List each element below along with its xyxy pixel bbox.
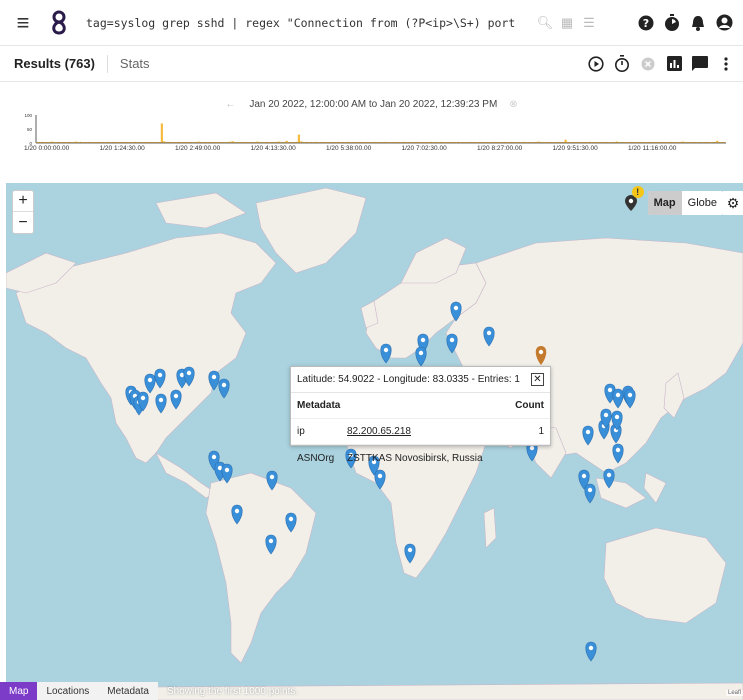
timer-icon[interactable] [659, 10, 685, 36]
top-bar: ≡ tag=syslog grep sshd | regex "Connecti… [0, 0, 743, 46]
location-marker[interactable] [450, 301, 462, 322]
x-tick-label: 1/20 8:27:00.00 [477, 145, 523, 152]
x-tick-label: 1/20 5:38:00.00 [326, 145, 372, 152]
mode-map-button[interactable]: Map [647, 191, 682, 215]
zoom-control: + − [12, 190, 34, 234]
tab-results[interactable]: Results (763) [14, 56, 95, 71]
hamburger-menu-icon[interactable]: ≡ [6, 6, 40, 40]
histogram-bar[interactable] [297, 134, 300, 143]
location-marker[interactable] [380, 343, 392, 364]
bottom-tabs: Map Locations Metadata Showing the first… [0, 682, 307, 700]
selected-location-marker[interactable] [535, 346, 547, 365]
x-tick-label: 1/20 1:24:30.00 [99, 145, 145, 152]
gear-icon[interactable]: ⚙ [723, 191, 743, 215]
location-marker[interactable] [404, 543, 416, 564]
zoom-in-button[interactable]: + [13, 191, 33, 212]
location-marker[interactable] [170, 389, 182, 410]
x-tick-label: 1/20 4:13:30.00 [250, 145, 296, 152]
x-tick-label: 1/20 7:02:30.00 [401, 145, 447, 152]
popup-columns: Metadata Count [291, 393, 550, 419]
location-marker[interactable] [231, 504, 243, 525]
time-range: ← Jan 20 2022, 12:00:00 AM to Jan 20 2022… [225, 99, 518, 110]
location-marker[interactable] [266, 470, 278, 491]
mode-globe-button[interactable]: Globe [682, 191, 723, 215]
row-value: ZSTTKAS Novosibirsk, Russia [347, 452, 483, 464]
y-tick-label: 50 [27, 127, 33, 132]
location-marker[interactable] [582, 425, 594, 446]
bell-icon[interactable] [685, 10, 711, 36]
map-controls: ! Map Globe ⚙ [620, 186, 743, 215]
account-icon[interactable] [711, 10, 737, 36]
histogram-bar[interactable] [564, 139, 567, 143]
results-bar: Results (763) Stats [0, 46, 743, 82]
location-popup: Latitude: 54.9022 - Longitude: 83.0335 -… [290, 366, 551, 464]
x-tick-label: 1/20 0:00:00.00 [24, 145, 70, 152]
tab-locations[interactable]: Locations [37, 682, 99, 700]
chart-icon[interactable] [661, 51, 687, 77]
cancel-icon[interactable] [635, 51, 661, 77]
comment-icon[interactable] [687, 51, 713, 77]
close-icon[interactable]: ✕ [531, 373, 544, 386]
x-tick-label: 1/20 9:51:30.00 [552, 145, 598, 152]
row-key: ASNOrg [297, 452, 335, 464]
location-marker[interactable] [155, 393, 167, 414]
location-marker[interactable] [415, 346, 427, 367]
clear-range-icon[interactable]: ⊗ [509, 99, 517, 110]
more-vert-icon[interactable] [713, 51, 739, 77]
tab-stats[interactable]: Stats [120, 56, 150, 71]
map-marker-icon[interactable]: ! [620, 186, 644, 214]
points-note: Showing the first 1000 points. [166, 685, 299, 697]
popup-title: Latitude: 54.9022 - Longitude: 83.0335 -… [297, 374, 520, 385]
row-count: 1 [538, 426, 544, 437]
popup-row: ASNOrg ZSTTKAS Novosibirsk, Russia [291, 445, 550, 471]
location-marker[interactable] [603, 468, 615, 489]
location-marker[interactable] [584, 483, 596, 504]
arrow-left-icon[interactable]: ← [225, 99, 235, 110]
list-icon[interactable]: ☰ [578, 12, 600, 34]
calendar-icon[interactable]: ▦ [556, 12, 578, 34]
location-marker[interactable] [624, 388, 636, 409]
location-marker[interactable] [221, 463, 233, 484]
row-value-link[interactable]: 82.200.65.218 [347, 426, 538, 437]
tab-map[interactable]: Map [0, 682, 38, 700]
histogram-bar[interactable] [160, 123, 163, 143]
location-marker[interactable] [144, 373, 156, 394]
popup-row: ip 82.200.65.218 1 [291, 419, 550, 445]
x-tick-label: 1/20 2:49:00.00 [175, 145, 221, 152]
y-tick-label: 100 [24, 113, 32, 118]
gravwell-logo-icon[interactable] [46, 8, 72, 38]
location-marker[interactable] [612, 388, 624, 409]
location-marker[interactable] [285, 512, 297, 533]
location-marker[interactable] [446, 333, 458, 354]
map-mode-toggle: Map Globe [647, 191, 723, 215]
histogram-chart[interactable]: 100500 [0, 110, 743, 150]
location-marker[interactable] [585, 641, 597, 662]
location-marker[interactable] [612, 443, 624, 464]
timeline-histogram: ← Jan 20 2022, 12:00:00 AM to Jan 20 2022… [0, 82, 743, 182]
row-key: ip [297, 426, 305, 437]
query-text[interactable]: tag=syslog grep sshd | regex "Connection… [86, 16, 516, 30]
search-icon[interactable]: 🔍︎ [534, 12, 556, 34]
location-marker[interactable] [154, 368, 166, 389]
zoom-out-button[interactable]: − [13, 212, 33, 233]
x-tick-label: 1/20 11:16:00.00 [628, 145, 677, 152]
stopwatch-icon[interactable] [609, 51, 635, 77]
popup-header: Latitude: 54.9022 - Longitude: 83.0335 -… [291, 367, 550, 393]
help-icon[interactable]: ? [633, 10, 659, 36]
svg-text:?: ? [643, 17, 649, 30]
location-marker[interactable] [265, 534, 277, 555]
col-count: Count [515, 400, 544, 411]
tab-divider [106, 54, 108, 73]
location-marker[interactable] [374, 469, 386, 490]
map-attribution[interactable]: Leafl [725, 690, 743, 696]
col-metadata: Metadata [297, 400, 341, 411]
location-marker[interactable] [208, 370, 220, 391]
play-icon[interactable] [583, 51, 609, 77]
location-marker[interactable] [218, 378, 230, 399]
location-marker[interactable] [483, 326, 495, 347]
tab-metadata[interactable]: Metadata [98, 682, 158, 700]
world-map[interactable]: + − ! Map Globe ⚙ Latitude: 54.9022 - Lo… [6, 183, 743, 700]
warning-badge: ! [631, 186, 644, 198]
